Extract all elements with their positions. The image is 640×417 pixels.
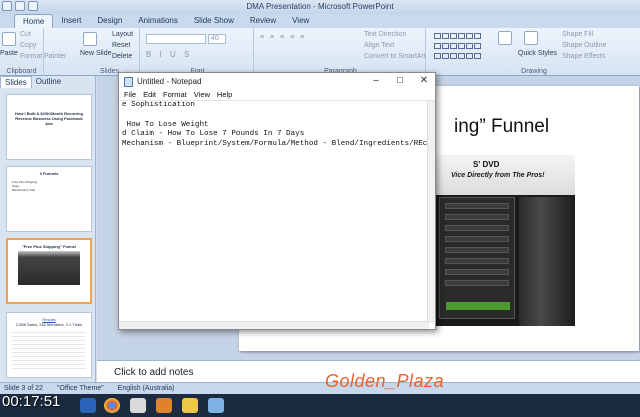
shape-effects-button[interactable]: Shape Effects (562, 53, 605, 60)
delete-button[interactable]: Delete (112, 53, 132, 60)
tab-view[interactable]: View (284, 14, 317, 28)
quick-styles-icon[interactable] (524, 31, 538, 45)
notepad-title: Untitled - Notepad (137, 77, 202, 86)
slide-thumbnail-3[interactable]: "Free Plus Shipping" Funnel (6, 238, 92, 304)
ribbon-tabs: Home Insert Design Animations Slide Show… (0, 14, 640, 28)
menu-help[interactable]: Help (217, 90, 232, 100)
font-group: 40 B I U S Font (142, 28, 254, 76)
language-indicator: English (Australia) (117, 385, 175, 392)
menu-format[interactable]: Format (163, 90, 187, 100)
chrome-icon[interactable] (104, 398, 120, 413)
notepad-text-area[interactable]: e Sophistication How To Lose Weight d Cla… (122, 101, 427, 322)
powerpoint-icon[interactable] (156, 398, 172, 413)
taskbar (0, 394, 640, 417)
image-cta-button (446, 302, 510, 310)
menu-edit[interactable]: Edit (143, 90, 156, 100)
watermark: Golden_Plaza (325, 371, 445, 391)
text-line: How To Lose Weight (122, 120, 209, 129)
drawing-group: Quick Styles Shape Fill Shape Outline Sh… (428, 28, 640, 76)
thumbnail-title: "Free Plus Shipping" Funnel (21, 244, 77, 249)
align-text-button[interactable]: Align Text (364, 42, 394, 49)
image-promo-text: Vice Directly from The Pros! (451, 172, 545, 179)
vertical-scrollbar[interactable] (427, 101, 435, 323)
copy-button[interactable]: Copy (20, 42, 36, 49)
text-line: d Claim - How To Lose 7 Pounds In 7 Days (122, 130, 305, 139)
convert-smartart-button[interactable]: Convert to SmartArt (364, 53, 426, 60)
horizontal-scrollbar[interactable] (119, 321, 429, 329)
image-photo (519, 197, 575, 326)
paste-button[interactable]: Paste (0, 50, 18, 57)
tab-slides[interactable]: Slides (0, 76, 32, 88)
tab-outline[interactable]: Outline (32, 76, 65, 88)
text-line: Mechanism - Blueprint/System/Formula/Met… (122, 140, 427, 149)
image-dvd-text: S' DVD (473, 160, 500, 169)
notepad-titlebar[interactable]: Untitled - Notepad – □ ✕ (119, 73, 435, 90)
thumbnail-title: How I Built A $20K/Month Recurring Reven… (14, 111, 84, 126)
thumbnail-subtitle: 2,898 Sales, 246 Members, 1:1 Trials (15, 322, 83, 327)
close-icon[interactable]: ✕ (417, 75, 431, 87)
clipboard-label: Clipboard (6, 68, 37, 75)
notepad-taskbar-icon[interactable] (208, 398, 224, 413)
paste-icon[interactable] (2, 32, 16, 46)
font-size-field[interactable]: 40 (208, 34, 226, 44)
shape-outline-button[interactable]: Shape Outline (562, 42, 606, 49)
thumbnail-image (18, 251, 80, 285)
video-timestamp: 00:17:51 (2, 393, 61, 410)
cut-button[interactable]: Cut (20, 31, 31, 38)
menu-file[interactable]: File (124, 90, 136, 100)
new-slide-button[interactable]: New Slide (80, 50, 112, 57)
slides-group: New Slide Layout Reset Delete Slides (80, 28, 140, 76)
image-header-band: S' DVD Vice Directly from The Pros! (431, 155, 575, 195)
arrange-icon[interactable] (498, 31, 512, 45)
notepad-menubar: File Edit Format View Help (119, 90, 435, 101)
font-name-field[interactable] (146, 34, 206, 44)
notepad-icon (124, 77, 133, 87)
slide-thumbnail-1[interactable]: How I Built A $20K/Month Recurring Reven… (6, 94, 92, 160)
slide-thumbnail-2[interactable]: 3 Funnels Free Plus Shipping Store Membe… (6, 166, 92, 232)
funnel-screenshot-image[interactable]: S' DVD Vice Directly from The Pros! (431, 155, 575, 326)
tab-insert[interactable]: Insert (53, 14, 89, 28)
clipboard-group: Paste Cut Copy Format Painter Clipboard (0, 28, 66, 76)
tab-animations[interactable]: Animations (130, 14, 186, 28)
thumbnail-bullet: Membership Trial (12, 188, 36, 192)
tab-slide-show[interactable]: Slide Show (186, 14, 242, 28)
quick-styles-button[interactable]: Quick Styles (518, 50, 557, 57)
list-buttons[interactable]: ≡ ≡ ≡ ≡ ≡ (260, 34, 306, 41)
minimize-icon[interactable]: – (369, 75, 383, 87)
tab-review[interactable]: Review (242, 14, 284, 28)
menu-view[interactable]: View (194, 90, 210, 100)
text-direction-button[interactable]: Text Direction (364, 31, 406, 38)
theme-name: "Office Theme" (56, 385, 104, 392)
slide-thumbnail-4[interactable]: Results 2,898 Sales, 246 Members, 1:1 Tr… (6, 312, 92, 378)
window-title: DMA Presentation - Microsoft PowerPoint (246, 2, 394, 11)
tab-design[interactable]: Design (89, 14, 130, 28)
ribbon: Paste Cut Copy Format Painter Clipboard … (0, 28, 640, 76)
ie-icon[interactable] (80, 398, 96, 413)
shapes-gallery[interactable] (434, 32, 492, 62)
text-line: e Sophistication (122, 101, 195, 109)
format-painter-button[interactable]: Format Painter (20, 53, 66, 60)
status-bar: Slide 3 of 22 "Office Theme" English (Au… (0, 382, 640, 394)
notepad-window[interactable]: Untitled - Notepad – □ ✕ File Edit Forma… (118, 72, 436, 330)
slide-title[interactable]: ing” Funnel (454, 116, 549, 138)
slides-pane: Slides Outline How I Built A $20K/Month … (0, 76, 96, 382)
tab-home[interactable]: Home (14, 14, 54, 28)
notes-placeholder[interactable]: Click to add notes (114, 367, 194, 378)
text-line (122, 111, 427, 121)
thumbnail-table (12, 329, 86, 371)
drawing-label: Drawing (521, 68, 547, 75)
shape-fill-button[interactable]: Shape Fill (562, 31, 593, 38)
maximize-icon[interactable]: □ (393, 75, 407, 87)
explorer-icon[interactable] (182, 398, 198, 413)
layout-button[interactable]: Layout (112, 31, 133, 38)
image-order-form (439, 197, 515, 319)
powerpoint-titlebar: DMA Presentation - Microsoft PowerPoint (0, 0, 640, 14)
reset-button[interactable]: Reset (112, 42, 130, 49)
paragraph-group: ≡ ≡ ≡ ≡ ≡ Text Direction Align Text Conv… (256, 28, 426, 76)
app-icon[interactable] (130, 398, 146, 413)
new-slide-icon[interactable] (83, 32, 97, 46)
pane-tabs: Slides Outline (0, 76, 95, 88)
font-format-buttons[interactable]: B I U S (146, 50, 192, 59)
